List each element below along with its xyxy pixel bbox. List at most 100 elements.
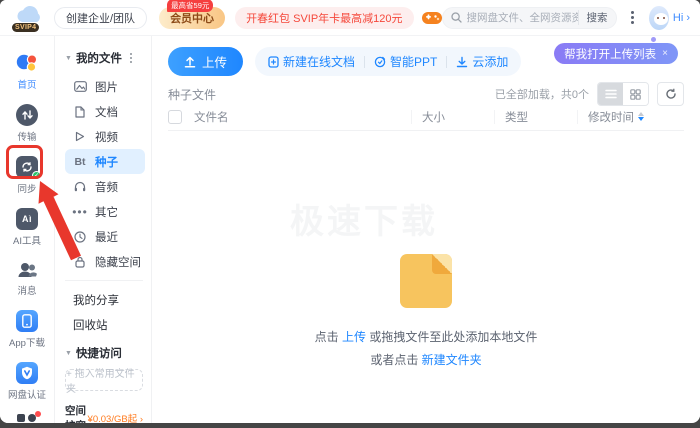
- rail-item-app-download[interactable]: App下载: [9, 310, 45, 349]
- cloud-add-icon: [457, 56, 468, 67]
- sidebar-item-torrents[interactable]: Bt 种子: [65, 149, 145, 174]
- recent-icon: [73, 230, 87, 243]
- space-expand-label: 空间扩容: [65, 405, 86, 423]
- new-online-doc-button[interactable]: 新建在线文档: [268, 53, 355, 70]
- select-all-checkbox[interactable]: [168, 109, 182, 124]
- my-files-header[interactable]: ▼ 我的文件: [65, 50, 145, 66]
- rail-item-ai-tools[interactable]: Aì AI工具: [13, 208, 41, 247]
- grid-view-button[interactable]: [623, 83, 648, 105]
- transfer-icon: [16, 104, 38, 126]
- smart-ppt-button[interactable]: 智能PPT: [374, 53, 437, 70]
- assistant-tip-badge[interactable]: 帮我打开上传列表 ×: [554, 43, 678, 64]
- sync-ok-badge: ✓: [32, 171, 41, 180]
- sidebar-label-other: 其它: [95, 206, 118, 219]
- left-rail: 首页 传输 ✓ 同步 Aì AI工具 消息 App下载 网盘认证: [0, 36, 55, 423]
- load-status-text: 已全部加载，共0个: [494, 89, 589, 101]
- search-button[interactable]: 搜索: [577, 10, 608, 25]
- upload-button[interactable]: 上传: [168, 47, 244, 76]
- my-files-menu-icon[interactable]: [129, 52, 133, 64]
- close-icon[interactable]: ×: [662, 48, 668, 59]
- bt-icon: Bt: [74, 155, 86, 168]
- collapse-caret-icon: ▼: [65, 54, 72, 62]
- sync-icon: ✓: [16, 156, 41, 180]
- game-center-icon[interactable]: [421, 8, 442, 28]
- rail-label-home: 首页: [17, 80, 37, 91]
- svip-promo-banner[interactable]: 开春红包 SVIP年卡最高减120元: [235, 6, 414, 29]
- rail-item-transfer[interactable]: 传输: [16, 104, 38, 143]
- new-doc-icon: [268, 55, 279, 68]
- topbar: SVIP4 创建企业/团队 会员中心 最高省59元 开春红包 SVIP年卡最高减…: [0, 0, 700, 36]
- cloud-add-label: 云添加: [472, 55, 509, 69]
- ai-tools-icon: Aì: [15, 208, 38, 230]
- home-icon: [16, 54, 38, 72]
- empty-hint-line2: 或者点击 新建文件夹: [370, 353, 482, 367]
- svip-level-badge: SVIP4: [12, 22, 40, 32]
- sidebar-item-images[interactable]: 图片: [65, 74, 145, 99]
- column-filename[interactable]: 文件名: [194, 109, 411, 125]
- user-avatar[interactable]: [649, 5, 669, 30]
- sidebar-item-docs[interactable]: 文档: [65, 99, 145, 124]
- space-expand-price-link[interactable]: ¥0.03/GB起 ›: [88, 411, 143, 423]
- rail-item-home[interactable]: 首页: [15, 52, 39, 91]
- sidebar-divider: [65, 280, 143, 281]
- sidebar-label-torrents: 种子: [95, 156, 118, 169]
- smart-ppt-icon: [374, 56, 386, 67]
- more-menu-icon[interactable]: [625, 8, 642, 28]
- sidebar-label-recent: 最近: [95, 231, 118, 244]
- rail-item-certification[interactable]: 网盘认证: [8, 362, 46, 401]
- pin-folder-dropzone[interactable]: + 拖入常用文件夹: [65, 369, 143, 395]
- quick-access-title: 快捷访问: [75, 348, 122, 360]
- assistant-dot: [651, 37, 656, 42]
- sidebar-label-hidden-space: 隐藏空间: [95, 256, 141, 269]
- app-download-icon: [16, 310, 38, 332]
- collapse-caret-icon: ▼: [65, 349, 72, 357]
- image-icon: [73, 81, 87, 92]
- column-size[interactable]: 大小: [422, 109, 494, 125]
- app-logo[interactable]: SVIP4: [12, 3, 46, 33]
- sidebar-item-videos[interactable]: 视频: [65, 124, 145, 149]
- empty-state: 点击 上传 或拖拽文件至此处添加本地文件 或者点击 新建文件夹: [152, 254, 700, 368]
- certification-icon: [15, 362, 38, 384]
- new-folder-link[interactable]: 新建文件夹: [422, 353, 482, 367]
- cloud-logo-icon: [17, 5, 40, 22]
- empty-hint-line1: 点击 上传 或拖拽文件至此处添加本地文件: [314, 330, 538, 344]
- quick-access-header[interactable]: ▼ 快捷访问: [65, 345, 145, 361]
- sort-icon[interactable]: [638, 112, 644, 121]
- upload-link[interactable]: 上传: [342, 330, 366, 344]
- greeting-link[interactable]: Hi ›: [673, 12, 690, 24]
- sidebar-item-other[interactable]: ••• 其它: [65, 199, 145, 224]
- sidebar-item-recent[interactable]: 最近: [65, 224, 145, 249]
- column-modified[interactable]: 修改时间: [588, 109, 684, 125]
- file-toolbar: 上传 新建在线文档 智能PPT 云添加: [168, 47, 522, 76]
- rail-item-tools[interactable]: 工具: [17, 411, 41, 423]
- create-team-button[interactable]: 创建企业/团队: [54, 6, 148, 29]
- new-doc-label: 新建在线文档: [283, 55, 356, 69]
- column-type[interactable]: 类型: [505, 109, 577, 125]
- refresh-icon: [665, 88, 676, 99]
- sidebar-label-audio: 音频: [95, 181, 118, 194]
- sidebar-label-docs: 文档: [95, 106, 118, 119]
- rail-label-app-download: App下载: [9, 338, 45, 349]
- member-discount-badge: 最高省59元: [167, 0, 214, 12]
- toolbar-separator: [446, 55, 448, 68]
- cloud-add-button[interactable]: 云添加: [456, 53, 508, 70]
- rail-label-sync: 同步: [17, 184, 37, 195]
- sidebar-item-audio[interactable]: 音频: [65, 174, 145, 199]
- rail-item-sync[interactable]: ✓ 同步: [16, 156, 41, 195]
- space-expand-row: 空间扩容 ¥0.03/GB起 ›: [65, 403, 145, 423]
- search-icon: [450, 12, 462, 23]
- sidebar-item-hidden-space[interactable]: 隐藏空间: [65, 249, 145, 274]
- rail-item-messages[interactable]: 消息: [16, 260, 38, 297]
- sidebar-item-my-shares[interactable]: 我的分享: [65, 287, 145, 312]
- other-icon: •••: [72, 204, 88, 219]
- app-window: SVIP4 创建企业/团队 会员中心 最高省59元 开春红包 SVIP年卡最高减…: [0, 0, 700, 423]
- sidebar-label-videos: 视频: [95, 131, 118, 144]
- search-input[interactable]: [466, 11, 578, 24]
- sidebar-item-recycle-bin[interactable]: 回收站: [65, 312, 145, 337]
- tools-notification-dot: [35, 411, 41, 417]
- rail-label-ai-tools: AI工具: [13, 236, 41, 247]
- empty-folder-icon: [400, 254, 452, 308]
- watermark-text: 极速下载: [290, 203, 438, 241]
- list-view-icon: [604, 89, 617, 99]
- list-view-button[interactable]: [598, 83, 623, 105]
